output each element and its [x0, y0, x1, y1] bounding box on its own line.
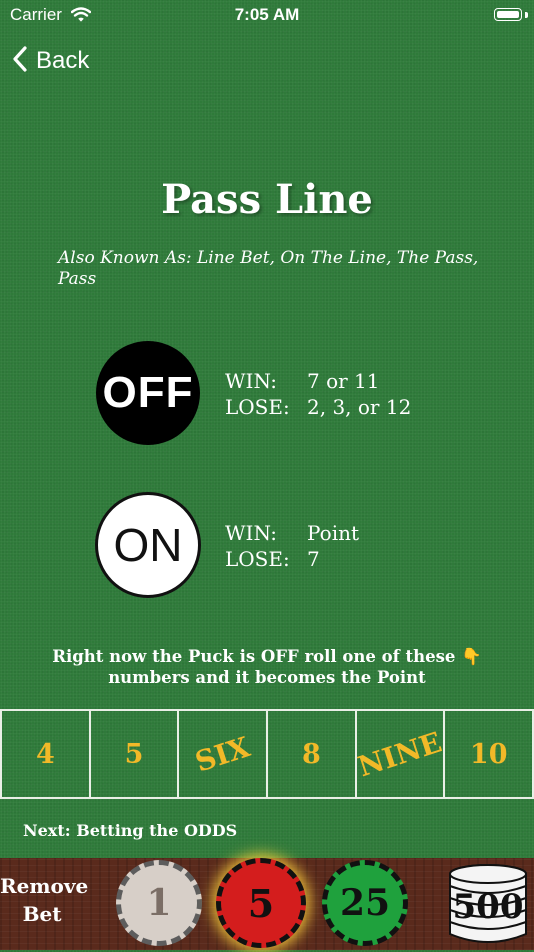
number-9-label: NINE [354, 725, 444, 783]
chip-stack-icon: 500 [449, 864, 527, 943]
chip-1-button[interactable]: 1 [116, 860, 202, 946]
status-bar: Carrier 7:05 AM [0, 0, 534, 32]
remove-bet-button[interactable]: Remove Bet [0, 872, 89, 928]
off-rules: WIN: 7 or 11 LOSE: 2, 3, or 12 [225, 368, 411, 420]
number-10-label: 10 [469, 738, 508, 770]
number-6-label: SIX [191, 729, 254, 779]
chevron-left-icon [12, 45, 28, 77]
puck-off: OFF [96, 341, 200, 445]
chip-25-button[interactable]: 25 [322, 860, 408, 946]
next-lesson-link[interactable]: Next: Betting the ODDS [23, 821, 237, 840]
point-numbers-row: 4 5 SIX 8 NINE 10 [0, 709, 534, 799]
puck-off-label: OFF [102, 368, 194, 417]
also-known-as: Also Known As: Line Bet, On The Line, Th… [58, 248, 479, 289]
chip-500-stack-button[interactable]: 500 [446, 860, 530, 948]
chip-500-label: 500 [453, 887, 524, 927]
on-lose-value: 7 [307, 547, 320, 571]
page-title: Pass Line [161, 176, 373, 223]
instruction-text: Right now the Puck is OFF roll one of th… [52, 647, 482, 687]
on-win-value: Point [307, 521, 360, 545]
puck-on-label: ON [113, 519, 183, 571]
number-cell-8[interactable]: 8 [266, 711, 355, 797]
battery-tip-icon [525, 12, 528, 18]
chip-25-label: 25 [339, 882, 391, 924]
off-lose-key: LOSE: [225, 395, 290, 419]
number-cell-10[interactable]: 10 [443, 711, 534, 797]
chip-5-button[interactable]: 5 [216, 858, 306, 948]
on-rules: WIN: Point LOSE: 7 [225, 520, 359, 572]
number-8-label: 8 [301, 738, 321, 770]
battery-icon [494, 8, 522, 21]
chip-1-label: 1 [146, 882, 172, 924]
clock: 7:05 AM [234, 5, 300, 24]
remove-bet-line2: Bet [22, 902, 62, 926]
off-win-value: 7 or 11 [307, 369, 380, 393]
back-button[interactable]: Back [12, 44, 89, 78]
number-5-label: 5 [124, 738, 144, 770]
back-label: Back [36, 47, 90, 74]
off-lose-value: 2, 3, or 12 [307, 395, 412, 419]
number-cell-9[interactable]: NINE [354, 711, 444, 797]
number-4-label: 4 [35, 738, 55, 770]
on-lose-key: LOSE: [225, 547, 290, 571]
chip-5-label: 5 [247, 880, 275, 926]
off-win-key: WIN: [225, 369, 277, 393]
number-cell-5[interactable]: 5 [88, 711, 178, 797]
puck-on: ON [95, 492, 201, 598]
number-cell-6[interactable]: SIX [177, 711, 266, 797]
number-cell-4[interactable]: 4 [0, 711, 89, 797]
on-win-key: WIN: [225, 521, 277, 545]
remove-bet-line1: Remove [0, 874, 89, 898]
